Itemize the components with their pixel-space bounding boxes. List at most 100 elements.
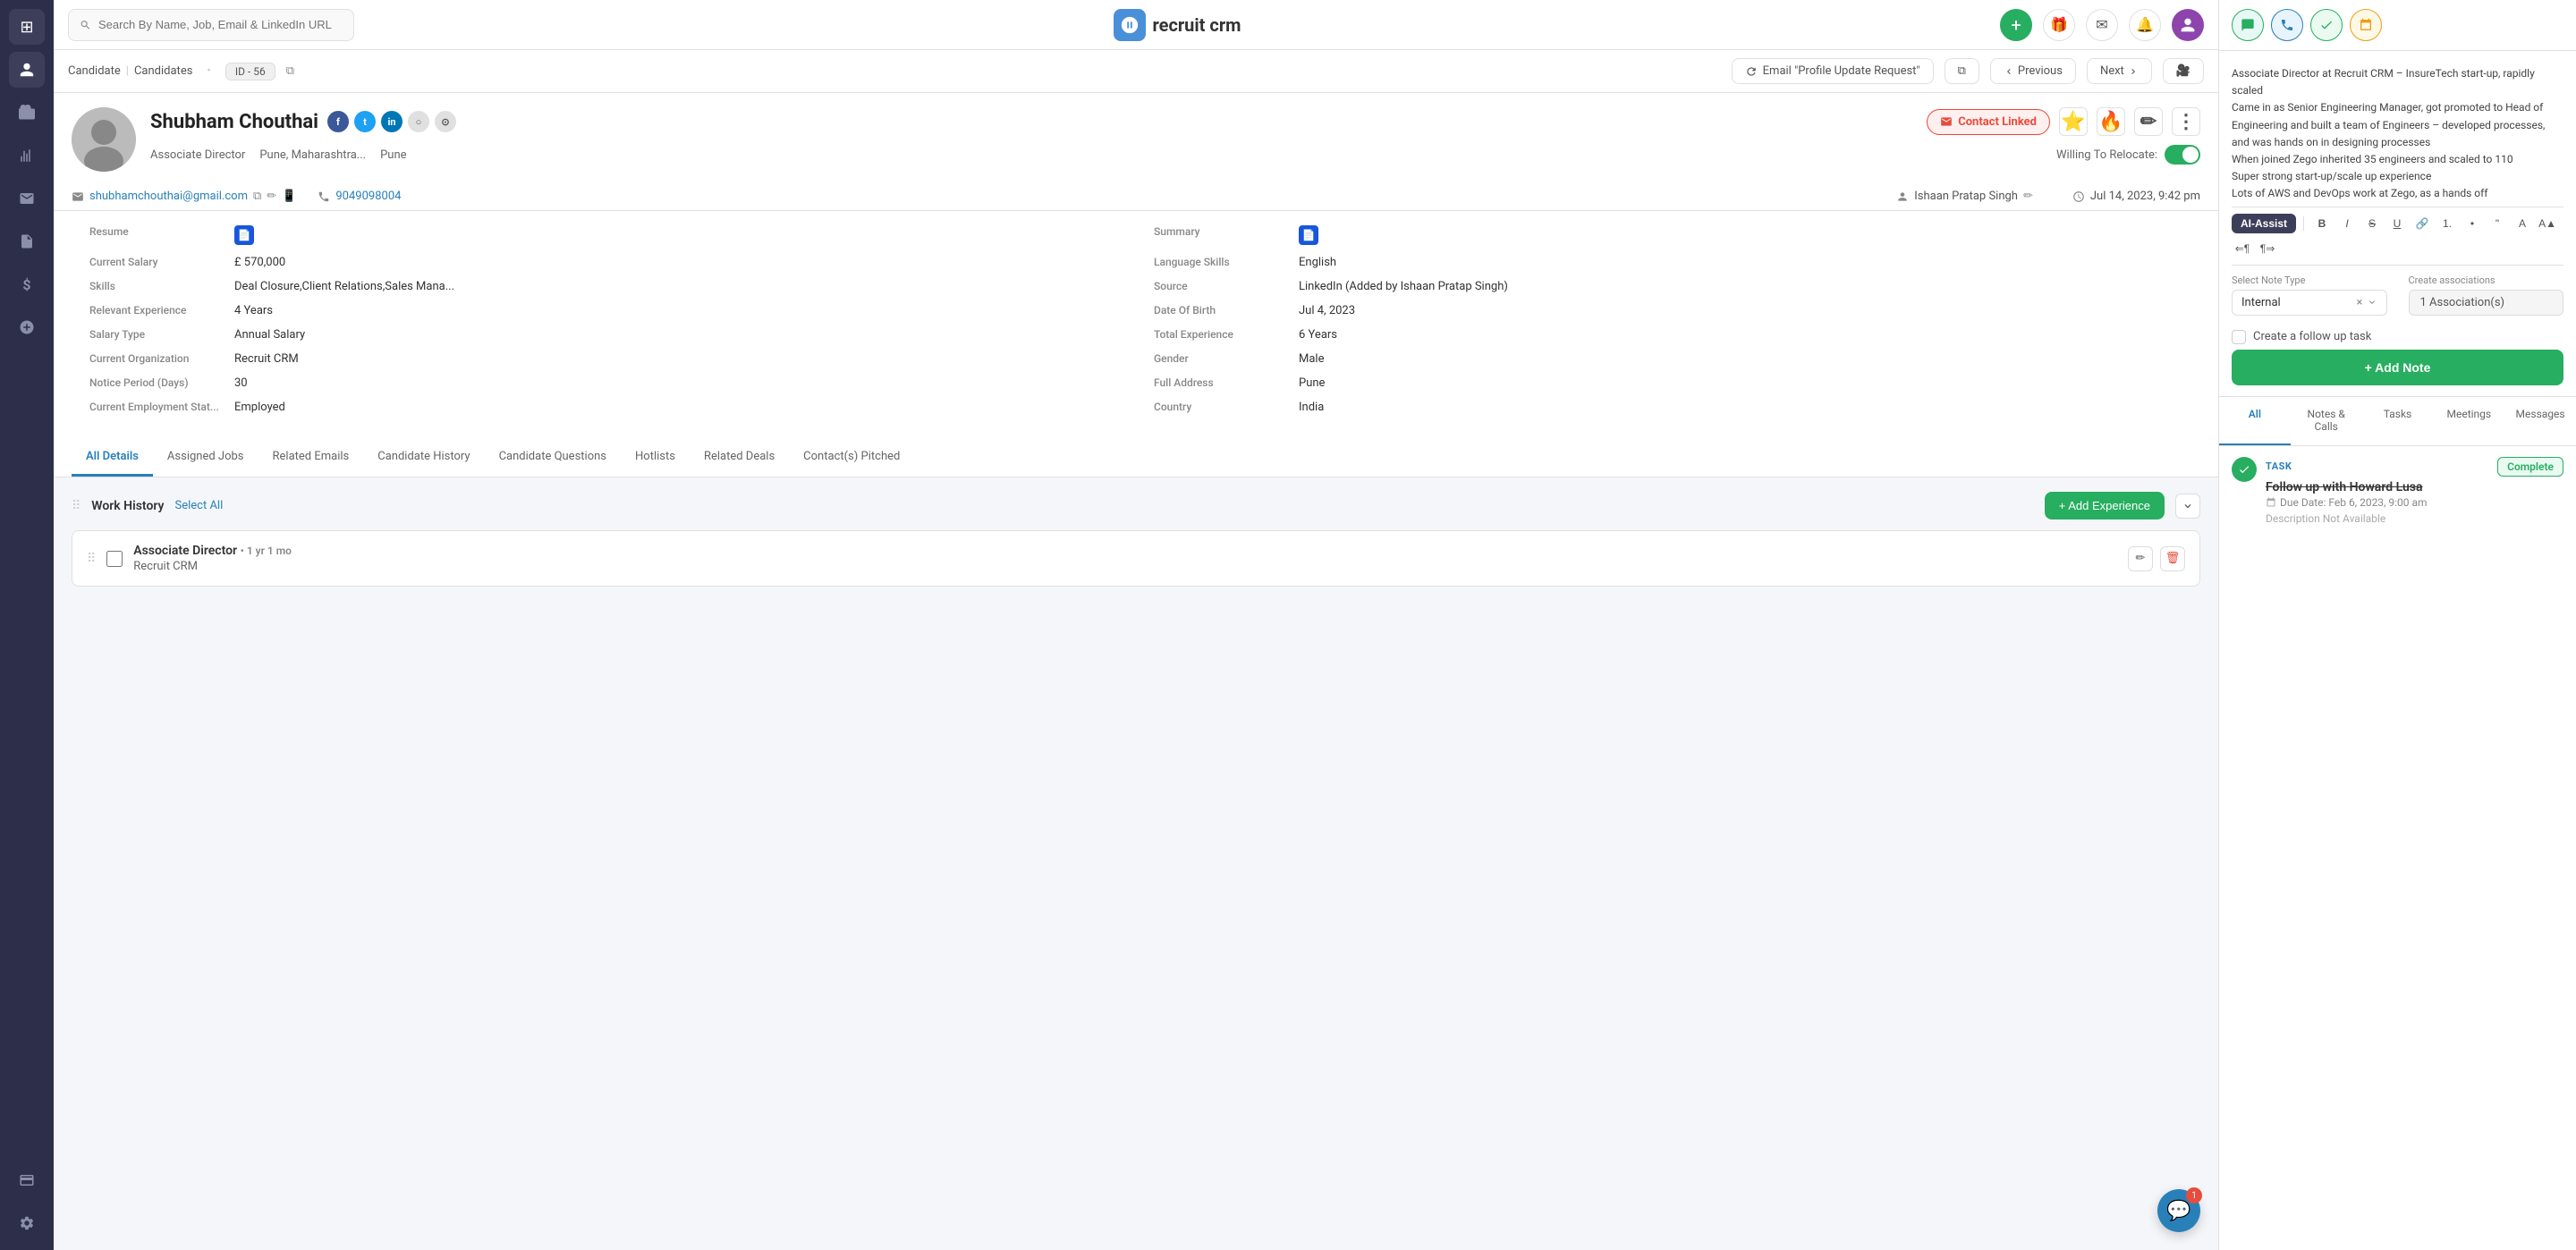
- detail-value: Pune: [1299, 376, 2182, 390]
- edit-email-icon[interactable]: ✏: [267, 190, 276, 203]
- copy-link-btn[interactable]: ⧉: [1945, 58, 1979, 84]
- act-tab-meetings[interactable]: Meetings: [2433, 397, 2504, 445]
- detail-label: Total Experience: [1154, 328, 1288, 341]
- detail-value: 4 Years: [234, 304, 1118, 317]
- sidebar-item-billing[interactable]: [9, 1162, 45, 1198]
- email-profile-btn[interactable]: Email "Profile Update Request": [1732, 58, 1934, 84]
- detail-label: Gender: [1154, 352, 1288, 365]
- facebook-icon[interactable]: f: [327, 111, 349, 132]
- text-color-btn[interactable]: A: [2512, 213, 2533, 234]
- act-tab-all[interactable]: All: [2219, 397, 2291, 445]
- relocate-toggle[interactable]: [2165, 145, 2200, 165]
- sidebar-item-dollar[interactable]: $: [9, 266, 45, 302]
- ai-assist-btn[interactable]: AI-Assist: [2232, 214, 2296, 233]
- bell-button[interactable]: 🔔: [2129, 9, 2161, 41]
- act-tab-notes-calls[interactable]: Notes & Calls: [2291, 397, 2362, 445]
- rtl-btn[interactable]: ¶⇒: [2257, 238, 2278, 259]
- candidate-location: Pune, Maharashtra...: [259, 148, 366, 162]
- add-experience-btn[interactable]: + Add Experience: [2045, 492, 2165, 519]
- other-social-icon2[interactable]: ⊙: [435, 111, 456, 132]
- ol-btn[interactable]: 1.: [2436, 213, 2458, 234]
- note-type-area: Select Note Type Internal ×: [2232, 274, 2387, 316]
- email-button[interactable]: ✉: [2086, 9, 2118, 41]
- search-box[interactable]: [68, 9, 354, 41]
- detail-row-right-0: Summary 📄: [1154, 225, 2182, 245]
- phone-value[interactable]: 9049098004: [335, 190, 401, 203]
- detail-label: Current Organization: [89, 352, 224, 365]
- tab-all-details[interactable]: All Details: [72, 439, 153, 477]
- tab-hotlists[interactable]: Hotlists: [621, 439, 690, 477]
- associations-btn[interactable]: 1 Association(s): [2409, 290, 2564, 316]
- add-button[interactable]: +: [2000, 9, 2032, 41]
- tab-candidate-questions[interactable]: Candidate Questions: [485, 439, 621, 477]
- sidebar-item-tasks[interactable]: [9, 224, 45, 259]
- detail-row-right-4: Total Experience6 Years: [1154, 328, 2182, 342]
- detail-label: Current Employment Stat...: [89, 401, 224, 413]
- select-all-btn[interactable]: Select All: [175, 499, 224, 512]
- toolbar-divider: [2303, 216, 2304, 231]
- gift-button[interactable]: 🎁: [2043, 9, 2075, 41]
- underline-btn[interactable]: U: [2386, 213, 2408, 234]
- sidebar-item-settings[interactable]: [9, 1205, 45, 1241]
- detail-label: Notice Period (Days): [89, 376, 224, 389]
- note-icon-btn[interactable]: [2232, 9, 2264, 41]
- work-item-checkbox-0[interactable]: [106, 551, 123, 567]
- copy-id-icon[interactable]: ⧉: [286, 64, 294, 78]
- bg-color-btn[interactable]: A▲: [2537, 213, 2558, 234]
- tab-candidate-history[interactable]: Candidate History: [363, 439, 484, 477]
- call-icon-btn[interactable]: [2271, 9, 2303, 41]
- search-input[interactable]: [98, 18, 343, 31]
- bold-btn[interactable]: B: [2311, 213, 2333, 234]
- ltr-btn[interactable]: ⇐¶: [2232, 238, 2253, 259]
- sidebar-item-dashboard[interactable]: ⊞: [9, 9, 45, 45]
- star-btn[interactable]: ⭐: [2059, 107, 2088, 136]
- work-item-content: Associate Director • 1 yr 1 mo Recruit C…: [133, 544, 2117, 573]
- whatsapp-icon[interactable]: 📱: [282, 190, 296, 203]
- quote-btn[interactable]: ": [2487, 213, 2508, 234]
- check-icon-btn[interactable]: [2310, 9, 2343, 41]
- linkedin-icon[interactable]: in: [381, 111, 402, 132]
- tab-related-deals[interactable]: Related Deals: [690, 439, 789, 477]
- edit-btn[interactable]: ✏: [2134, 107, 2163, 136]
- italic-btn[interactable]: I: [2336, 213, 2358, 234]
- user-avatar[interactable]: [2172, 9, 2204, 41]
- act-tab-messages[interactable]: Messages: [2504, 397, 2576, 445]
- previous-btn[interactable]: Previous: [1990, 58, 2076, 84]
- activity-status-0[interactable]: Complete: [2497, 457, 2563, 477]
- sidebar-item-extension[interactable]: [9, 309, 45, 345]
- sidebar-item-analytics[interactable]: [9, 138, 45, 173]
- next-icon: [2128, 66, 2139, 77]
- tab-related-emails[interactable]: Related Emails: [258, 439, 364, 477]
- act-tab-tasks[interactable]: Tasks: [2362, 397, 2434, 445]
- note-type-select[interactable]: Internal ×: [2232, 290, 2387, 316]
- link-btn[interactable]: 🔗: [2411, 213, 2433, 234]
- add-note-btn[interactable]: + Add Note: [2232, 350, 2563, 385]
- twitter-icon[interactable]: t: [354, 111, 376, 132]
- sidebar-item-jobs[interactable]: [9, 95, 45, 131]
- copy-email-icon[interactable]: ⧉: [253, 190, 261, 203]
- video-btn[interactable]: 🎥: [2163, 58, 2204, 84]
- email-value[interactable]: shubhamchouthai@gmail.com: [89, 190, 248, 203]
- fire-btn[interactable]: 🔥: [2097, 107, 2125, 136]
- more-btn[interactable]: ⋮: [2172, 107, 2200, 136]
- work-item-edit-btn[interactable]: ✏: [2128, 546, 2153, 571]
- work-item-delete-btn[interactable]: 🗑: [2160, 546, 2185, 571]
- next-btn[interactable]: Next: [2087, 58, 2152, 84]
- calendar-icon-btn[interactable]: [2350, 9, 2382, 41]
- sidebar-item-contacts[interactable]: [9, 52, 45, 88]
- edit-owner-icon[interactable]: ✏: [2023, 190, 2033, 203]
- collapse-section-btn[interactable]: [2175, 494, 2200, 519]
- tab-assigned-jobs[interactable]: Assigned Jobs: [153, 439, 258, 477]
- tab-contacts-pitched[interactable]: Contact(s) Pitched: [789, 439, 914, 477]
- other-social-icon1[interactable]: ○: [408, 111, 429, 132]
- strikethrough-btn[interactable]: S: [2361, 213, 2383, 234]
- clear-note-type-icon[interactable]: ×: [2357, 296, 2363, 309]
- follow-up-row: Create a follow up task: [2232, 325, 2563, 350]
- follow-up-checkbox[interactable]: [2232, 330, 2246, 344]
- id-badge[interactable]: ID - 56: [225, 63, 275, 80]
- contact-linked-btn[interactable]: Contact Linked: [1927, 109, 2050, 135]
- tabs-bar: All DetailsAssigned JobsRelated EmailsCa…: [54, 439, 2218, 477]
- sidebar-item-mail[interactable]: [9, 181, 45, 216]
- ul-btn[interactable]: •: [2462, 213, 2483, 234]
- chat-bubble[interactable]: 💬 1: [2157, 1189, 2200, 1232]
